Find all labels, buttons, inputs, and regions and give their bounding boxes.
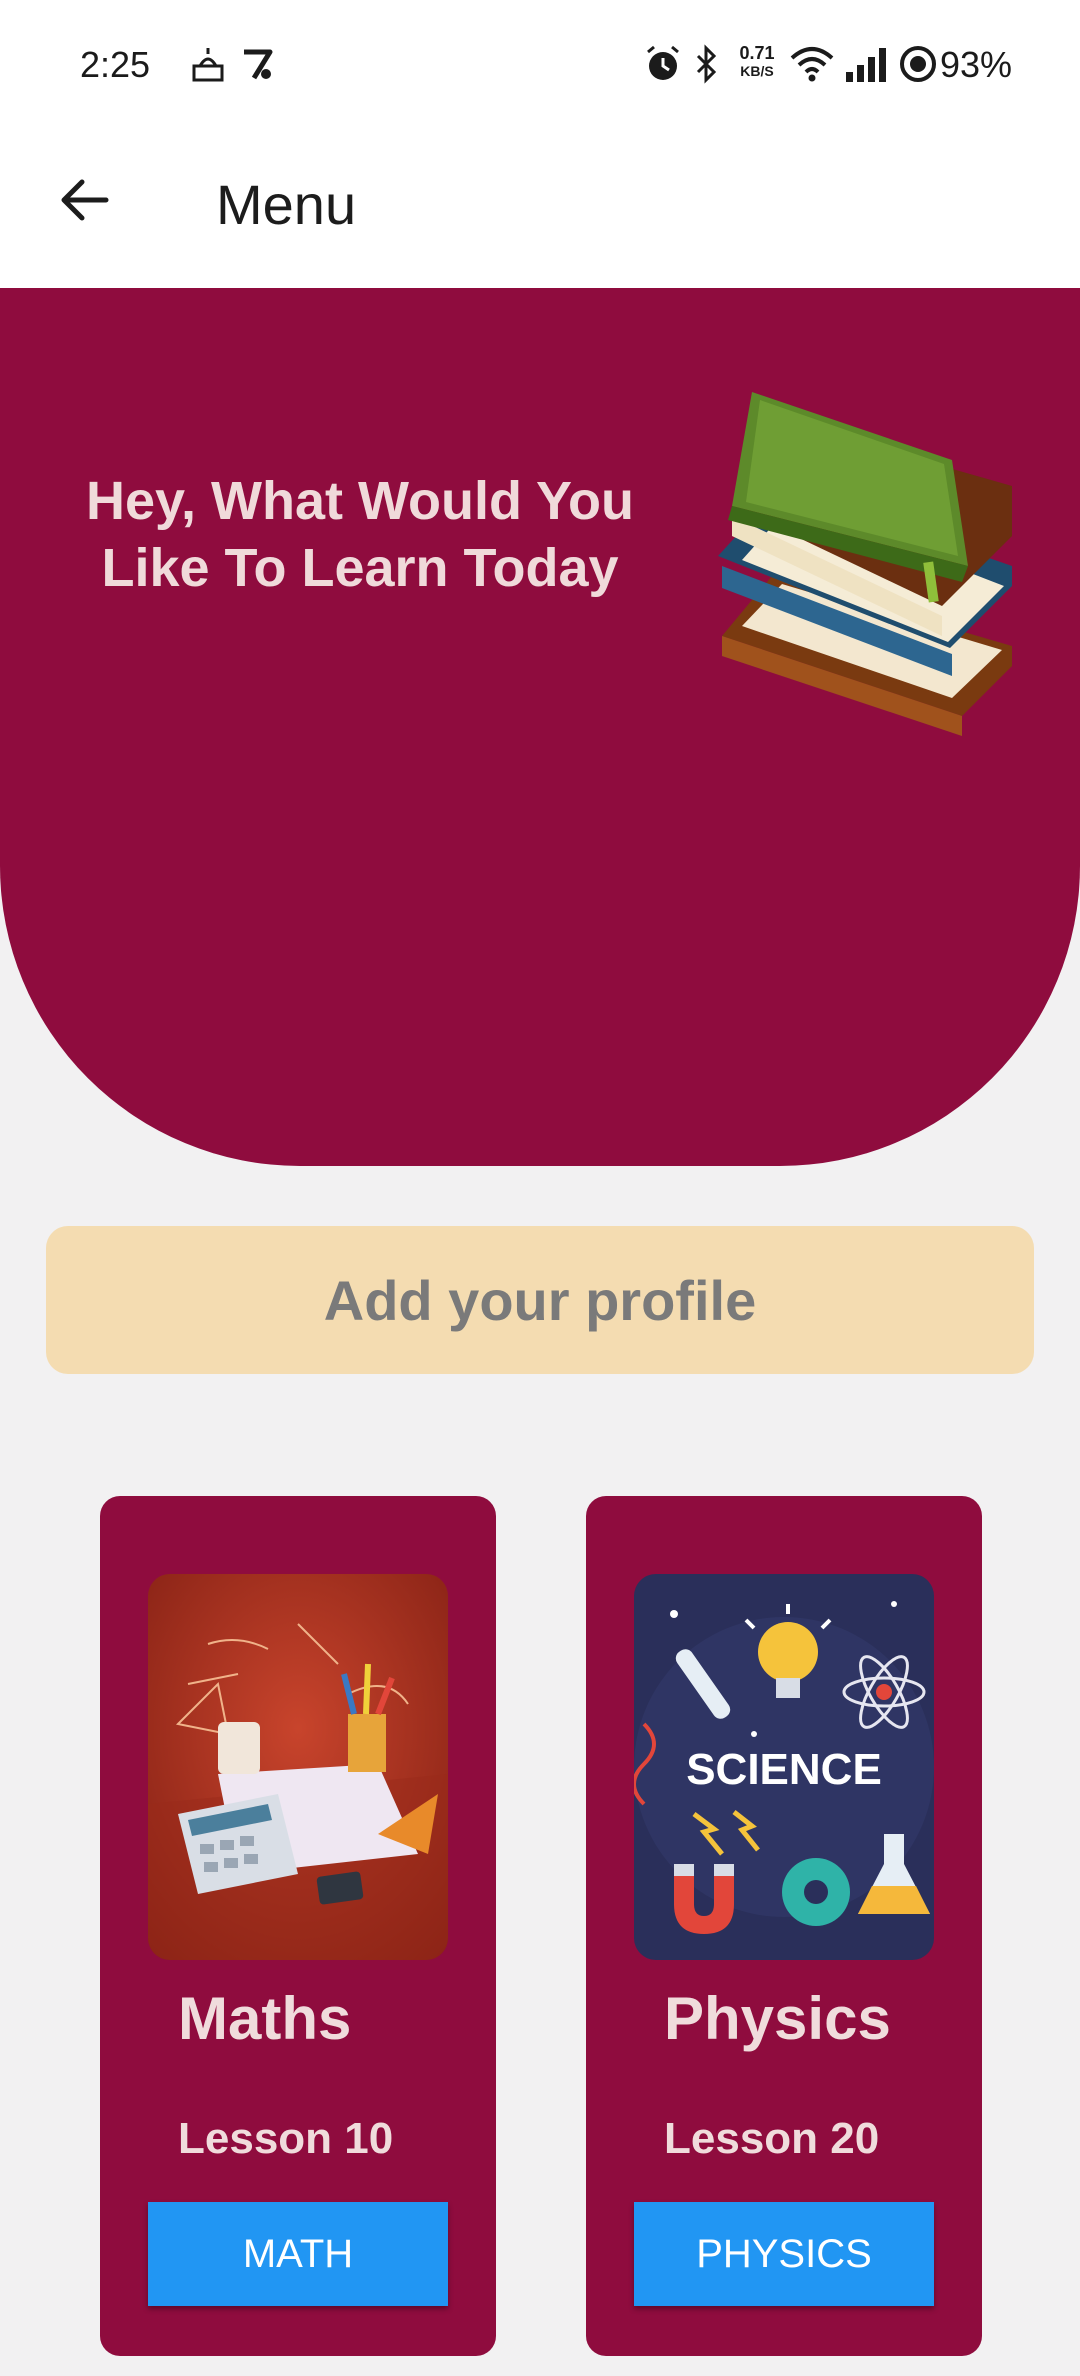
subject-title: Maths [178, 1985, 352, 2052]
mosque-icon [192, 48, 224, 82]
alarm-icon [647, 45, 679, 80]
hero-banner: Hey, What Would You Like To Learn Today [0, 288, 1080, 1166]
network-speed: 0.71 KB/S [732, 44, 782, 80]
add-profile-button[interactable]: Add your profile [46, 1226, 1034, 1374]
app-notification-icon [244, 49, 273, 80]
back-arrow-icon[interactable] [54, 170, 114, 230]
bluetooth-icon [696, 44, 717, 84]
subject-card-maths[interactable]: Maths Lesson 10 MATH [100, 1496, 496, 2356]
page-title: Menu [216, 173, 357, 236]
science-illustration: SCIENCE [634, 1574, 934, 1960]
lesson-count: Lesson 20 [664, 2114, 880, 2163]
books-illustration [718, 392, 1012, 736]
network-speed-value: 0.71 [739, 43, 775, 63]
battery-icon [900, 46, 936, 82]
hero-greeting: Hey, What Would You Like To Learn Today [86, 471, 634, 598]
physics-button[interactable]: PHYSICS [634, 2202, 934, 2306]
subject-title: Physics [664, 1985, 891, 2052]
subject-card-physics[interactable]: SCIENCE Physics Lesson 20 PHYSICS [586, 1496, 982, 2356]
battery-percentage: 93% [940, 44, 1013, 85]
app-bar: Menu [0, 130, 1080, 288]
status-bar: 2:25 0.71 KB/S 93% [0, 0, 1080, 130]
maths-illustration [148, 1574, 448, 1960]
math-button[interactable]: MATH [148, 2202, 448, 2306]
wifi-icon [790, 47, 834, 82]
lesson-count: Lesson 10 [178, 2114, 394, 2163]
status-time: 2:25 [80, 44, 151, 85]
signal-icon [846, 48, 886, 82]
science-word: SCIENCE [686, 1745, 882, 1794]
network-speed-unit: KB/S [740, 63, 774, 79]
